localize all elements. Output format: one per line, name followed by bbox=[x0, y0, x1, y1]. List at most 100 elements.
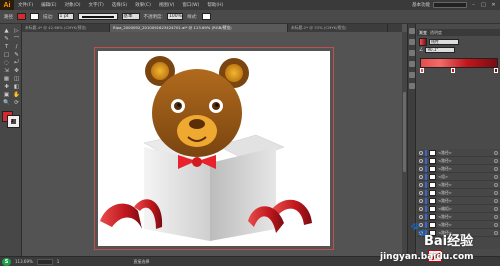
tool-button[interactable]: / bbox=[12, 43, 21, 50]
tool-button[interactable]: ◫ bbox=[12, 75, 21, 82]
search-input[interactable] bbox=[433, 2, 467, 8]
layer-name[interactable]: <路径> bbox=[438, 158, 492, 164]
layer-target-icon[interactable] bbox=[494, 206, 498, 211]
layer-name[interactable]: <路径> bbox=[438, 190, 492, 196]
brush-style-dropdown[interactable]: 基本 bbox=[121, 13, 140, 20]
layer-name[interactable]: <路径> bbox=[438, 198, 492, 204]
opacity-field[interactable]: 100% bbox=[167, 13, 184, 20]
visibility-eye-icon[interactable] bbox=[419, 150, 423, 155]
layer-name[interactable]: <路径> bbox=[438, 182, 492, 188]
stroke-panel-icon[interactable] bbox=[408, 72, 415, 78]
visibility-eye-icon[interactable] bbox=[419, 182, 423, 187]
tool-button[interactable]: 🔍 bbox=[2, 99, 11, 106]
layer-target-icon[interactable] bbox=[494, 174, 498, 179]
menu-file[interactable]: 文件(F) bbox=[14, 2, 37, 8]
tab-gradient[interactable]: 渐变 bbox=[419, 30, 427, 36]
menu-window[interactable]: 窗口(W) bbox=[178, 2, 203, 8]
visibility-eye-icon[interactable] bbox=[419, 214, 423, 219]
visibility-eye-icon[interactable] bbox=[419, 190, 423, 195]
tool-button[interactable]: ⌒ bbox=[12, 35, 21, 43]
layer-target-icon[interactable] bbox=[494, 182, 498, 187]
artboard[interactable] bbox=[98, 51, 330, 246]
layer-row[interactable]: <路径> bbox=[417, 189, 500, 197]
minimize-button[interactable]: – bbox=[470, 2, 477, 8]
visibility-eye-icon[interactable] bbox=[419, 166, 423, 171]
layer-name[interactable]: <路径> bbox=[438, 166, 492, 172]
layer-row[interactable]: <路径> bbox=[417, 157, 500, 165]
swatches-panel-icon[interactable] bbox=[408, 39, 415, 45]
gradient-stop-mid[interactable] bbox=[451, 68, 456, 73]
stroke-weight-field[interactable]: 1 pt bbox=[57, 13, 74, 20]
stroke-color-swatch[interactable] bbox=[30, 13, 39, 20]
stroke-swatch[interactable] bbox=[7, 115, 20, 128]
layer-row[interactable]: <路径> bbox=[417, 213, 500, 221]
symbols-panel-icon[interactable] bbox=[408, 61, 415, 67]
artboard-nav[interactable] bbox=[36, 258, 53, 265]
tool-button[interactable]: □ bbox=[2, 51, 11, 58]
layer-target-icon[interactable] bbox=[494, 190, 498, 195]
visibility-eye-icon[interactable] bbox=[419, 206, 423, 211]
page-number[interactable]: 1 bbox=[57, 259, 60, 264]
tool-button[interactable]: ▷ bbox=[12, 27, 21, 34]
tab-doc-2[interactable]: Ripa_2000092_2010091623424701.ai* @ 113.… bbox=[110, 24, 288, 32]
layer-row[interactable]: <路径> bbox=[417, 197, 500, 205]
tool-button[interactable]: ⇲ bbox=[2, 67, 11, 74]
gradient-stop-start[interactable] bbox=[420, 68, 424, 73]
bear-gift-illustration[interactable] bbox=[98, 51, 330, 246]
gradient-angle-field[interactable]: 90.1° bbox=[425, 47, 456, 53]
layer-name[interactable]: <路径> bbox=[438, 150, 492, 156]
close-button[interactable]: ✕ bbox=[490, 2, 497, 8]
layer-name[interactable]: <路径> bbox=[438, 214, 492, 220]
layer-target-icon[interactable] bbox=[494, 150, 498, 155]
tool-button[interactable]: ◌ bbox=[2, 59, 11, 66]
tool-button[interactable]: ▲ bbox=[2, 27, 11, 34]
tool-button[interactable]: ▦ bbox=[2, 75, 11, 82]
workspace-switcher[interactable]: 基本功能 bbox=[412, 2, 430, 8]
menu-effect[interactable]: 效果(C) bbox=[131, 2, 155, 8]
tab-doc-3[interactable]: 未标题-2* @ 33% (CMYK/预览) bbox=[288, 24, 388, 32]
tool-button[interactable]: T bbox=[2, 43, 11, 50]
layer-row[interactable]: <路径> bbox=[417, 149, 500, 157]
tool-button[interactable]: ✎ bbox=[12, 51, 21, 58]
tool-button[interactable]: ✋ bbox=[12, 91, 21, 98]
canvas-area[interactable] bbox=[22, 32, 402, 256]
appearance-panel-icon[interactable] bbox=[408, 83, 415, 89]
visibility-eye-icon[interactable] bbox=[419, 174, 423, 179]
visibility-eye-icon[interactable] bbox=[419, 158, 423, 163]
layer-target-icon[interactable] bbox=[494, 198, 498, 203]
gradient-type-select[interactable]: 线性 bbox=[429, 39, 459, 45]
layer-target-icon[interactable] bbox=[494, 166, 498, 171]
tool-button[interactable]: ⤾ bbox=[12, 59, 21, 66]
menu-type[interactable]: 文字(T) bbox=[85, 2, 108, 8]
tab-doc-1[interactable]: 未标题-4* @ 42.66% (CMYK/预览) bbox=[22, 24, 110, 32]
color-panel-icon[interactable] bbox=[408, 28, 415, 34]
layer-row[interactable]: <路径> bbox=[417, 165, 500, 173]
fill-stroke-indicator[interactable] bbox=[2, 111, 20, 128]
tab-transparency[interactable]: 透明度 bbox=[430, 30, 442, 36]
menu-view[interactable]: 视图(V) bbox=[155, 2, 179, 8]
layer-name[interactable]: <组> bbox=[438, 174, 492, 180]
tool-button[interactable]: ✥ bbox=[12, 67, 21, 74]
maximize-button[interactable]: □ bbox=[480, 2, 487, 8]
gradient-stop-end[interactable] bbox=[494, 68, 498, 73]
tool-button[interactable]: ⟳ bbox=[12, 99, 21, 106]
tool-button[interactable]: ✚ bbox=[2, 83, 11, 90]
zoom-level[interactable]: 113.69% bbox=[15, 259, 33, 264]
menu-help[interactable]: 帮助(H) bbox=[203, 2, 227, 8]
brushes-panel-icon[interactable] bbox=[408, 50, 415, 56]
gradient-preview-swatch[interactable] bbox=[419, 38, 427, 46]
tool-button[interactable]: ◧ bbox=[12, 83, 21, 90]
fill-color-swatch[interactable] bbox=[17, 13, 26, 20]
layer-row[interactable]: <组> bbox=[417, 173, 500, 181]
brush-definition-dropdown[interactable] bbox=[77, 13, 118, 20]
tool-button[interactable]: ▣ bbox=[2, 91, 11, 98]
tool-button[interactable]: ✎ bbox=[2, 35, 11, 42]
layer-name[interactable]: <编组> bbox=[438, 206, 492, 212]
layer-target-icon[interactable] bbox=[494, 158, 498, 163]
menu-select[interactable]: 选择(S) bbox=[108, 2, 131, 8]
visibility-eye-icon[interactable] bbox=[419, 198, 423, 203]
layer-row[interactable]: <编组> bbox=[417, 205, 500, 213]
layer-target-icon[interactable] bbox=[494, 214, 498, 219]
layer-row[interactable]: <路径> bbox=[417, 181, 500, 189]
menu-object[interactable]: 对象(O) bbox=[60, 2, 84, 8]
